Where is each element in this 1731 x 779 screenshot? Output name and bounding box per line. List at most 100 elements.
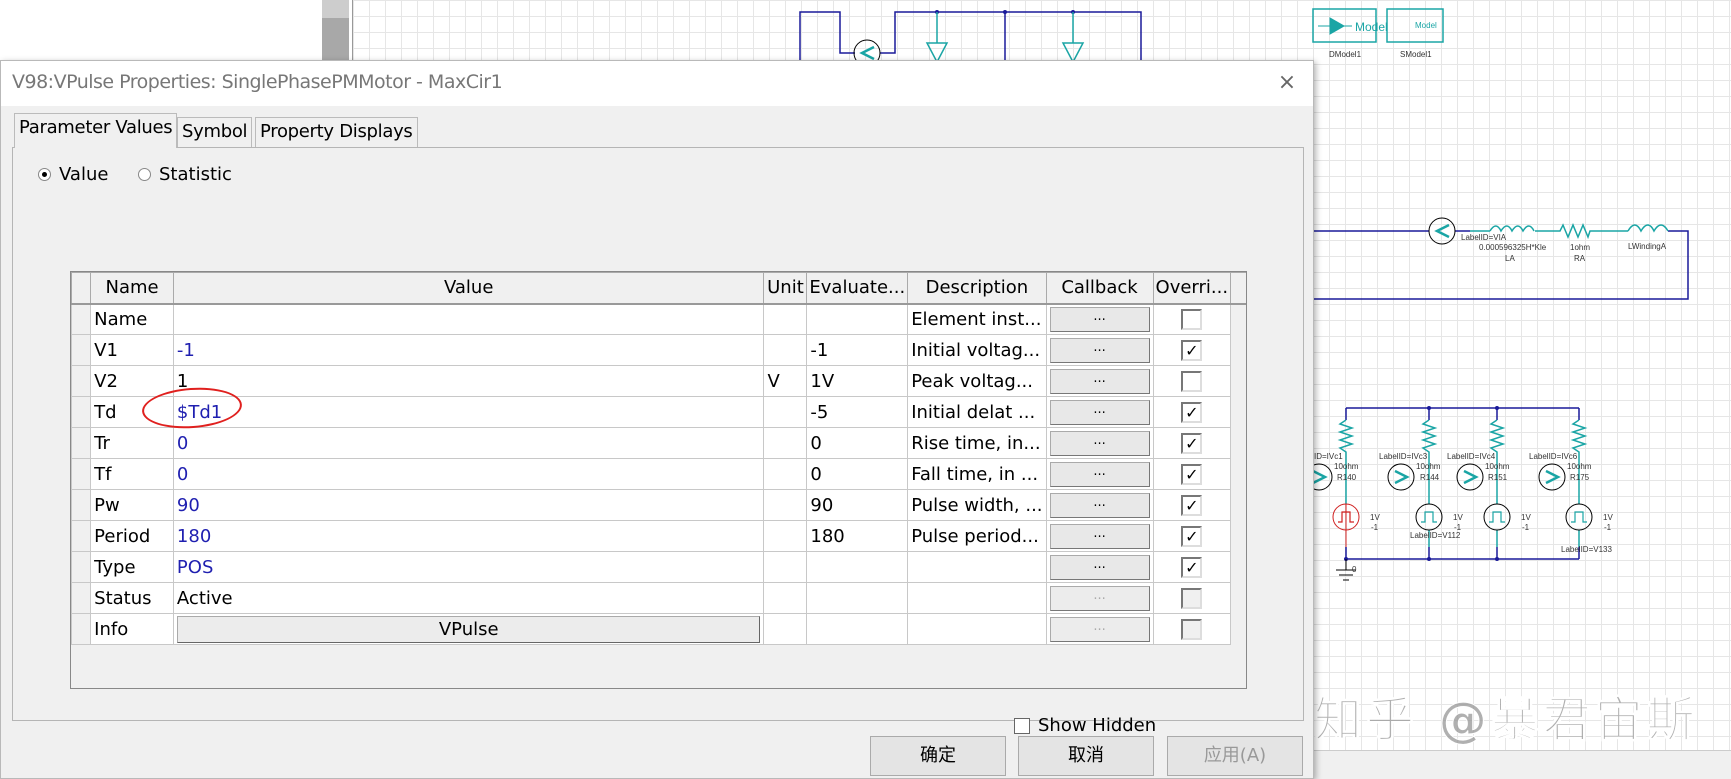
close-icon[interactable]: ×: [1271, 67, 1303, 99]
override-checkbox[interactable]: ✓: [1181, 525, 1203, 547]
param-callback: ...: [1045, 458, 1154, 490]
param-callback: ...: [1045, 365, 1154, 397]
param-name: Info: [90, 613, 174, 645]
column-header[interactable]: Overri...: [1152, 272, 1232, 305]
apply-button[interactable]: 应用(A): [1167, 736, 1303, 776]
param-unit: [763, 303, 808, 335]
row-header[interactable]: [70, 582, 92, 614]
override-checkbox[interactable]: ✓: [1181, 339, 1203, 361]
param-value[interactable]: $Td1: [172, 396, 765, 428]
param-description: Fall time, in ...: [907, 458, 1047, 490]
ra-label: RA: [1574, 254, 1586, 263]
param-evaluated: 0: [806, 458, 909, 490]
column-header[interactable]: Callback: [1045, 272, 1154, 305]
callback-button[interactable]: ...: [1049, 461, 1150, 487]
tab-symbol[interactable]: Symbol: [177, 117, 253, 148]
table-row: V2 1 V 1V Peak voltag......: [70, 365, 1246, 397]
row-header[interactable]: [70, 458, 92, 490]
dialog-titlebar[interactable]: V98:VPulse Properties: SinglePhasePMMoto…: [1, 61, 1313, 106]
ok-button[interactable]: 确定: [870, 736, 1006, 776]
param-unit: [763, 613, 808, 645]
param-name: Type: [90, 551, 174, 583]
param-override: ✓: [1152, 334, 1232, 366]
param-override: [1152, 303, 1232, 335]
column-header[interactable]: Name: [90, 272, 174, 305]
tab-parameter-values[interactable]: Parameter Values: [14, 113, 178, 148]
param-value[interactable]: 90: [172, 489, 765, 521]
dmodel-label: DModel1: [1329, 50, 1362, 59]
row-header[interactable]: [70, 613, 92, 645]
column-header[interactable]: Unit: [763, 272, 808, 305]
dmodel-text: Model: [1355, 20, 1388, 34]
param-value[interactable]: Active: [172, 582, 765, 614]
row-filler: [1230, 613, 1246, 645]
param-value[interactable]: [172, 303, 765, 335]
param-unit: [763, 427, 808, 459]
callback-button[interactable]: ...: [1049, 430, 1150, 456]
override-checkbox[interactable]: [1181, 587, 1203, 609]
param-name: Name: [90, 303, 174, 335]
override-checkbox[interactable]: ✓: [1181, 463, 1203, 485]
properties-dialog: V98:VPulse Properties: SinglePhasePMMoto…: [0, 60, 1314, 779]
smodel-label: SModel1: [1400, 50, 1432, 59]
param-description: Initial voltag...: [907, 334, 1047, 366]
ammeter-label: LabelID=VIA: [1461, 233, 1507, 242]
callback-button[interactable]: ...: [1049, 492, 1150, 518]
row-header[interactable]: [70, 427, 92, 459]
show-hidden-checkbox[interactable]: Show Hidden: [1014, 715, 1156, 736]
override-checkbox[interactable]: ✓: [1181, 556, 1203, 578]
param-value[interactable]: 0: [172, 458, 765, 490]
param-value[interactable]: 0: [172, 427, 765, 459]
row-filler: [1230, 458, 1246, 490]
row-header[interactable]: [70, 334, 92, 366]
override-checkbox[interactable]: [1181, 308, 1203, 330]
override-checkbox[interactable]: ✓: [1181, 494, 1203, 516]
override-checkbox[interactable]: [1181, 618, 1203, 640]
info-button[interactable]: VPulse: [176, 615, 761, 643]
row-header[interactable]: [70, 303, 92, 335]
callback-button[interactable]: ...: [1049, 616, 1150, 642]
param-value[interactable]: 1: [172, 365, 765, 397]
radio-value[interactable]: Value: [38, 164, 108, 185]
row-header[interactable]: [70, 365, 92, 397]
callback-button[interactable]: ...: [1049, 523, 1150, 549]
param-value: VPulse: [172, 613, 765, 645]
callback-button[interactable]: ...: [1049, 306, 1150, 332]
param-value[interactable]: 180: [172, 520, 765, 552]
override-checkbox[interactable]: ✓: [1181, 432, 1203, 454]
checkbox-icon: [1014, 717, 1030, 734]
param-unit: [763, 458, 808, 490]
param-value[interactable]: POS: [172, 551, 765, 583]
cancel-button[interactable]: 取消: [1018, 736, 1154, 776]
parameter-values-panel: Value Statistic Name Value Unit Evaluate...…: [12, 147, 1304, 736]
row-header[interactable]: [70, 551, 92, 583]
param-description: [907, 582, 1047, 614]
row-header[interactable]: [70, 396, 92, 428]
callback-button[interactable]: ...: [1049, 368, 1150, 394]
param-evaluated: [806, 582, 909, 614]
override-checkbox[interactable]: ✓: [1181, 401, 1203, 423]
param-callback: ...: [1045, 551, 1154, 583]
ground-label: 0: [1352, 565, 1357, 574]
radio-statistic[interactable]: Statistic: [138, 164, 232, 185]
tab-property-displays[interactable]: Property Displays: [255, 117, 418, 148]
param-evaluated: 1V: [806, 365, 909, 397]
param-unit: [763, 334, 808, 366]
column-header[interactable]: Evaluate...: [806, 272, 909, 305]
callback-button[interactable]: ...: [1049, 585, 1150, 611]
callback-button[interactable]: ...: [1049, 337, 1150, 363]
row-header[interactable]: [70, 489, 92, 521]
param-description: Peak voltag...: [907, 365, 1047, 397]
source-v1: -1: [1371, 523, 1379, 532]
source-v2: 1V: [1453, 513, 1463, 522]
callback-button[interactable]: ...: [1049, 399, 1150, 425]
callback-button[interactable]: ...: [1049, 554, 1150, 580]
column-header[interactable]: Value: [172, 272, 765, 305]
row-header[interactable]: [70, 520, 92, 552]
radio-unselected-icon: [138, 168, 151, 181]
param-unit: [763, 582, 808, 614]
param-name: Tr: [90, 427, 174, 459]
column-header[interactable]: Description: [907, 272, 1047, 305]
override-checkbox[interactable]: [1181, 370, 1203, 392]
param-value[interactable]: -1: [172, 334, 765, 366]
